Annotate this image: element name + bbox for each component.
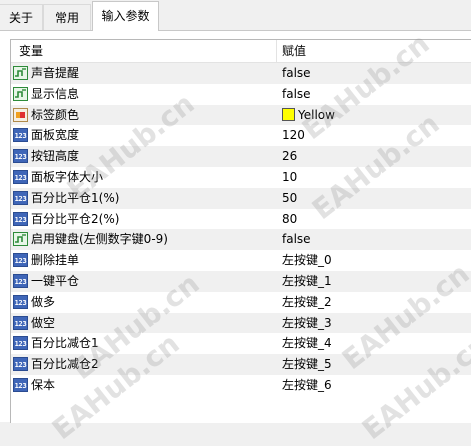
parameter-row[interactable]: 123 删除挂单 左按键_0 [11, 250, 471, 271]
parameter-row[interactable]: 123 一键平仓 左按键_1 [11, 270, 471, 292]
parameter-name: 一键平仓 [31, 273, 80, 288]
parameter-name: 声音提醒 [31, 66, 80, 80]
parameter-value[interactable]: 左按键_5 [282, 354, 332, 375]
parameter-value[interactable]: 左按键_3 [282, 313, 332, 334]
parameter-row[interactable]: 123 做多 左按键_2 [11, 292, 471, 313]
parameter-name: 启用键盘(左侧数字键0-9) [31, 232, 168, 247]
parameter-name: 面板字体大小 [31, 169, 104, 184]
column-header-value[interactable]: 赋值 [282, 40, 306, 62]
parameter-name: 面板宽度 [31, 128, 80, 143]
boolean-type-icon [13, 232, 28, 247]
parameter-name: 做空 [31, 315, 56, 330]
parameter-row[interactable]: 123 面板宽度 120 [11, 125, 471, 146]
parameter-value[interactable]: 左按键_6 [282, 375, 332, 396]
parameter-value[interactable]: false [282, 63, 311, 84]
parameter-row[interactable]: 123 做空 左按键_3 [11, 312, 471, 334]
tab-common[interactable]: 常用 [43, 4, 91, 30]
parameter-name: 百分比平仓1(%) [31, 190, 120, 205]
parameter-name: 做多 [31, 294, 56, 309]
parameter-row[interactable]: 123 面板字体大小 10 [11, 167, 471, 188]
parameter-row[interactable]: 显示信息 false [11, 84, 471, 105]
parameter-value[interactable]: 120 [282, 125, 305, 146]
number-type-icon: 123 [13, 253, 28, 268]
parameter-value[interactable]: Yellow [282, 105, 335, 126]
column-header-variable[interactable]: 变量 [19, 40, 43, 62]
inputs-panel: 变量 赋值 声音提醒 false 显示信息 false 标签颜色 Yellow 123 面板宽… [0, 30, 471, 423]
parameter-name: 保本 [31, 377, 56, 392]
parameter-row[interactable]: 123 百分比减仓2 左按键_5 [11, 354, 471, 375]
parameter-row[interactable]: 123 百分比平仓2(%) 80 [11, 209, 471, 230]
color-swatch[interactable] [282, 107, 295, 121]
parameter-name: 百分比平仓2(%) [31, 211, 120, 226]
number-type-icon: 123 [13, 377, 28, 392]
parameter-row[interactable]: 启用键盘(左侧数字键0-9) false [11, 229, 471, 251]
parameter-name: 标签颜色 [31, 107, 80, 122]
parameter-row[interactable]: 123 百分比平仓1(%) 50 [11, 187, 471, 209]
boolean-type-icon [13, 66, 28, 80]
color-value-label: Yellow [298, 107, 335, 122]
number-type-icon: 123 [13, 315, 28, 330]
number-type-icon: 123 [13, 169, 28, 184]
tab-inputs[interactable]: 输入参数 [92, 1, 159, 31]
column-divider[interactable] [276, 40, 277, 62]
parameter-value[interactable]: false [282, 84, 311, 105]
parameter-rows: 声音提醒 false 显示信息 false 标签颜色 Yellow 123 面板宽度 120 12… [11, 63, 471, 396]
parameter-row[interactable]: 123 保本 左按键_6 [11, 375, 471, 396]
number-type-icon: 123 [13, 357, 28, 372]
parameter-value[interactable]: 26 [282, 146, 297, 167]
tab-bar: 关于 常用 输入参数 [0, 0, 471, 31]
number-type-icon: 123 [13, 273, 28, 288]
parameter-value[interactable]: 左按键_1 [282, 271, 332, 292]
parameter-row[interactable]: 声音提醒 false [11, 63, 471, 84]
parameter-name: 显示信息 [31, 86, 80, 101]
boolean-type-icon [13, 86, 28, 101]
parameter-row[interactable]: 标签颜色 Yellow [11, 104, 471, 126]
number-type-icon: 123 [13, 190, 28, 205]
parameter-value[interactable]: false [282, 229, 311, 250]
parameter-name: 按钮高度 [31, 149, 80, 164]
number-type-icon: 123 [13, 211, 28, 226]
number-type-icon: 123 [13, 336, 28, 351]
parameter-value[interactable]: 左按键_2 [282, 292, 332, 313]
parameters-grid: 变量 赋值 声音提醒 false 显示信息 false 标签颜色 Yellow 123 面板宽… [10, 39, 471, 423]
grid-header: 变量 赋值 [11, 40, 471, 63]
parameter-value[interactable]: 80 [282, 209, 297, 230]
parameter-value[interactable]: 左按键_0 [282, 250, 332, 271]
number-type-icon: 123 [13, 128, 28, 143]
parameter-name: 删除挂单 [31, 253, 80, 268]
parameter-row[interactable]: 123 按钮高度 26 [11, 146, 471, 167]
parameter-row[interactable]: 123 百分比减仓1 左按键_4 [11, 333, 471, 354]
number-type-icon: 123 [13, 149, 28, 164]
parameter-value[interactable]: 左按键_4 [282, 333, 332, 354]
tab-about[interactable]: 关于 [0, 4, 43, 30]
color-type-icon [13, 107, 28, 122]
parameter-name: 百分比减仓1 [31, 336, 99, 351]
parameter-value[interactable]: 10 [282, 167, 297, 188]
number-type-icon: 123 [13, 294, 28, 309]
parameter-value[interactable]: 50 [282, 188, 297, 209]
parameter-name: 百分比减仓2 [31, 357, 99, 372]
